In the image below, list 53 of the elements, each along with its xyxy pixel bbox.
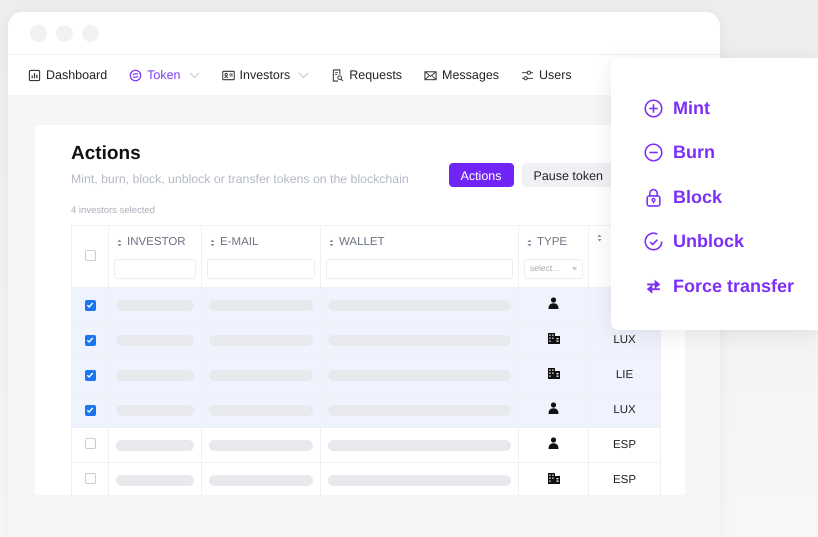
building-icon: [548, 473, 560, 484]
menu-item[interactable]: Mint: [644, 86, 710, 130]
nav-tab[interactable]: Dashboard: [28, 66, 108, 84]
selection-count: 4 investors selected: [71, 205, 155, 216]
column-header[interactable]: E-MAIL: [220, 234, 258, 252]
chart-icon: [28, 68, 41, 82]
person-icon: [548, 297, 559, 310]
menu-item[interactable]: Burn: [644, 130, 715, 175]
panel-subtitle: Mint, burn, block, unblock or transfer tokens on the blockchain: [71, 170, 409, 188]
building-icon: [548, 368, 560, 380]
nav-tab[interactable]: Token: [129, 66, 200, 84]
sort-icon[interactable]: [329, 239, 334, 248]
nav-tab[interactable]: Requests: [331, 66, 402, 84]
nav-tab[interactable]: Users: [521, 66, 572, 84]
table-cell: LUX: [588, 392, 660, 428]
table-cell: LIE: [588, 358, 660, 393]
checkbox[interactable]: [84, 404, 96, 416]
column-header[interactable]: TYPE: [537, 234, 568, 252]
menu-item[interactable]: Block: [644, 175, 722, 220]
nav-tab[interactable]: Messages: [424, 66, 500, 84]
actions-button[interactable]: Actions: [448, 163, 514, 188]
column-header[interactable]: WALLET: [339, 234, 385, 252]
token-icon: [129, 68, 142, 82]
column-header[interactable]: INVESTOR: [127, 234, 186, 252]
checkbox[interactable]: [84, 473, 96, 484]
chevron-icon: [188, 72, 200, 78]
sort-icon[interactable]: [527, 239, 532, 248]
lock-icon: [644, 188, 663, 207]
check-circle-icon: [644, 232, 663, 252]
minus-circle-icon: [644, 143, 663, 162]
menu-item[interactable]: Unblock: [644, 220, 744, 264]
menu-item[interactable]: Force transfer: [644, 264, 794, 308]
table-cell: ESP: [588, 428, 660, 463]
plus-circle-icon: [644, 98, 663, 118]
id-card-icon: [222, 68, 235, 82]
person-icon: [548, 402, 559, 414]
sort-icon[interactable]: [210, 239, 215, 248]
checkbox[interactable]: [84, 438, 96, 450]
sort-icon[interactable]: [597, 234, 602, 242]
sort-icon[interactable]: [117, 239, 122, 248]
sliders-icon: [521, 68, 534, 82]
person-icon: [548, 437, 559, 450]
caret-icon: [572, 266, 577, 271]
building-icon: [548, 333, 560, 344]
checkbox[interactable]: [84, 250, 96, 261]
panel-title: Actions: [71, 143, 142, 166]
chevron-icon: [298, 72, 310, 78]
nav-tab[interactable]: Investors: [222, 66, 310, 84]
checkbox[interactable]: [84, 300, 96, 311]
envelope-icon: [424, 68, 438, 82]
checkbox[interactable]: [84, 370, 96, 381]
document-search-icon: [331, 68, 344, 82]
checkbox[interactable]: [84, 334, 96, 346]
